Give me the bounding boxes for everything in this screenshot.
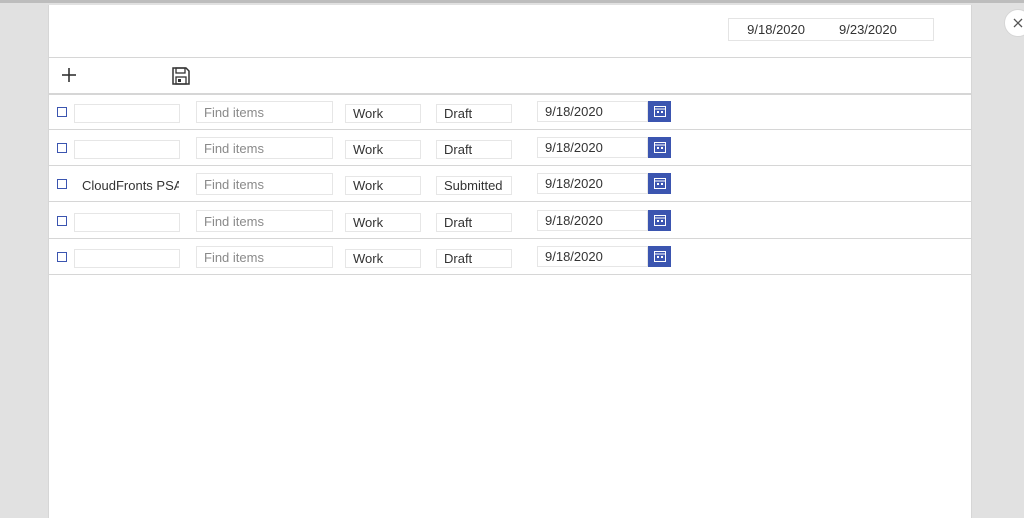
calendar-icon	[653, 142, 666, 153]
table-row: Find items Work Draft 9/18/2020	[49, 129, 971, 166]
status-dropdown[interactable]: Draft	[436, 249, 512, 268]
close-button[interactable]	[1004, 9, 1024, 37]
type-dropdown[interactable]: Work	[345, 213, 421, 232]
row-checkbox[interactable]	[57, 216, 67, 226]
timesheet-panel: 9/18/2020 9/23/2020 Find items Work Draf…	[48, 5, 972, 518]
date-input[interactable]: 9/18/2020	[537, 173, 648, 194]
toolbar	[49, 57, 971, 95]
add-row-button[interactable]	[57, 63, 81, 87]
calendar-icon	[653, 215, 666, 226]
project-lookup-input[interactable]: Find items	[196, 210, 333, 232]
type-dropdown[interactable]: Work	[345, 249, 421, 268]
top-strip	[0, 0, 1024, 3]
calendar-icon	[653, 251, 666, 262]
date-input[interactable]: 9/18/2020	[537, 210, 648, 231]
date-input[interactable]: 9/18/2020	[537, 246, 648, 267]
calendar-button[interactable]	[648, 173, 671, 194]
row-checkbox[interactable]	[57, 143, 67, 153]
date-input[interactable]: 9/18/2020	[537, 101, 648, 122]
table-row: Find items Work Draft 9/18/2020	[49, 202, 971, 239]
close-icon	[1013, 18, 1023, 28]
calendar-button[interactable]	[648, 101, 671, 122]
status-dropdown[interactable]: Draft	[436, 213, 512, 232]
name-input[interactable]	[74, 249, 180, 268]
type-dropdown[interactable]: Work	[345, 176, 421, 195]
plus-icon	[62, 68, 76, 82]
status-dropdown[interactable]: Draft	[436, 140, 512, 159]
save-button[interactable]	[169, 64, 193, 88]
type-dropdown[interactable]: Work	[345, 140, 421, 159]
name-input[interactable]: CloudFronts PSA	[74, 176, 180, 195]
date-input[interactable]: 9/18/2020	[537, 137, 648, 158]
calendar-icon	[653, 178, 666, 189]
date-range-field[interactable]: 9/18/2020 9/23/2020	[728, 18, 934, 41]
name-input[interactable]	[74, 104, 180, 123]
save-icon	[172, 67, 190, 85]
status-dropdown[interactable]: Submitted	[436, 176, 512, 195]
date-range-start: 9/18/2020	[747, 22, 805, 37]
calendar-button[interactable]	[648, 246, 671, 267]
project-lookup-input[interactable]: Find items	[196, 101, 333, 123]
project-lookup-input[interactable]: Find items	[196, 246, 333, 268]
table-row: Find items Work Draft 9/18/2020	[49, 238, 971, 275]
calendar-button[interactable]	[648, 137, 671, 158]
project-lookup-input[interactable]: Find items	[196, 137, 333, 159]
type-dropdown[interactable]: Work	[345, 104, 421, 123]
calendar-button[interactable]	[648, 210, 671, 231]
project-lookup-input[interactable]: Find items	[196, 173, 333, 195]
name-input[interactable]	[74, 140, 180, 159]
status-dropdown[interactable]: Draft	[436, 104, 512, 123]
row-checkbox[interactable]	[57, 179, 67, 189]
date-range-end: 9/23/2020	[839, 22, 897, 37]
row-checkbox[interactable]	[57, 107, 67, 117]
calendar-icon	[653, 106, 666, 117]
row-checkbox[interactable]	[57, 252, 67, 262]
table-row: Find items Work Draft 9/18/2020	[49, 93, 971, 130]
table-row: CloudFronts PSA Find items Work Submitte…	[49, 165, 971, 202]
name-input[interactable]	[74, 213, 180, 232]
